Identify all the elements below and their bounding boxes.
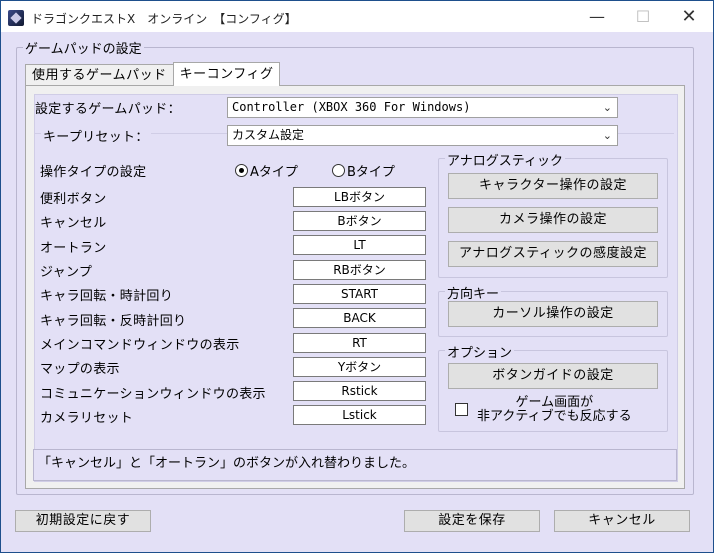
preset-label: キープリセット： [41,126,151,145]
reset-defaults-button[interactable]: 初期設定に戻す [15,510,151,532]
key-field[interactable]: RT [293,333,426,353]
key-field[interactable]: Yボタン [293,357,426,377]
option-title: オプション [445,342,515,361]
action-label: カメラリセット [40,411,134,426]
cancel-button[interactable]: キャンセル [554,510,690,532]
action-label: マップの表示 [40,362,120,377]
radio-b-type-label: Bタイプ [347,165,395,180]
key-field[interactable]: LBボタン [293,187,426,207]
action-label: オートラン [40,241,107,256]
radio-unselected-icon [332,164,345,177]
inactive-response-checkbox[interactable] [455,403,468,416]
checkbox-label-line-1: ゲーム画面が [515,395,594,410]
inactive-response-label: ゲーム画面が 非アクティブでも反応する [477,396,632,424]
key-field[interactable]: Lstick [293,405,426,425]
chevron-down-icon: ⌄ [602,129,612,142]
gamepad-label: 設定するゲームパッド： [35,102,181,117]
section-title: ゲームパッドの設定 [23,38,144,57]
status-message-box: 「キャンセル」と「オートラン」のボタンが入れ替わりました。 [33,449,677,481]
action-label: メインコマンドウィンドウの表示 [40,338,240,353]
maximize-button[interactable]: ☐ [620,1,666,32]
gamepad-select-value: Controller (XBOX 360 For Windows) [232,100,471,114]
camera-control-button[interactable]: カメラ操作の設定 [448,207,658,233]
window-title: ドラゴンクエストX オンライン 【コンフィグ】 [31,12,297,26]
tab-bar: 使用するゲームパッド キーコンフィグ [25,62,281,86]
operation-type-label: 操作タイプの設定 [40,165,147,180]
action-label: コミュニケーションウィンドウの表示 [40,387,266,402]
key-field[interactable]: BACK [293,308,426,328]
title-bar: ドラゴンクエストX オンライン 【コンフィグ】 — ☐ ✕ [1,1,713,32]
minimize-button[interactable]: — [574,1,620,32]
analog-stick-title: アナログスティック [445,150,565,169]
button-guide-button[interactable]: ボタンガイドの設定 [448,363,658,389]
action-label: キャラ回転・時計回り [40,289,174,304]
character-control-button[interactable]: キャラクター操作の設定 [448,173,658,199]
radio-a-type-label: Aタイプ [250,165,298,180]
tab-use-gamepad[interactable]: 使用するゲームパッド [25,64,174,86]
key-field[interactable]: Bボタン [293,211,426,231]
chevron-down-icon: ⌄ [602,101,612,114]
preset-select-value: カスタム設定 [232,128,305,142]
preset-select[interactable]: カスタム設定 ⌄ [227,125,618,146]
key-field[interactable]: RBボタン [293,260,426,280]
tab-key-config[interactable]: キーコンフィグ [172,62,281,86]
key-field[interactable]: Rstick [293,381,426,401]
action-label: 便利ボタン [40,192,107,207]
cursor-control-button[interactable]: カーソル操作の設定 [448,301,658,327]
close-button[interactable]: ✕ [666,1,712,32]
action-label: ジャンプ [40,265,93,280]
radio-selected-icon [235,164,248,177]
analog-sensitivity-button[interactable]: アナログスティックの感度設定 [448,241,658,267]
config-window: ドラゴンクエストX オンライン 【コンフィグ】 — ☐ ✕ ゲームパッドの設定 … [0,0,714,553]
key-field[interactable]: START [293,284,426,304]
direction-key-title: 方向キー [445,283,502,302]
action-label: キャラ回転・反時計回り [40,314,187,329]
radio-b-type[interactable]: Bタイプ [332,161,395,180]
app-icon [8,10,24,26]
action-label: キャンセル [40,216,107,231]
key-field[interactable]: LT [293,235,426,255]
save-settings-button[interactable]: 設定を保存 [404,510,540,532]
status-message: 「キャンセル」と「オートラン」のボタンが入れ替わりました。 [38,456,416,471]
checkbox-label-line-2: 非アクティブでも反応する [477,409,632,424]
gamepad-select[interactable]: Controller (XBOX 360 For Windows) ⌄ [227,97,618,118]
radio-a-type[interactable]: Aタイプ [235,161,298,180]
